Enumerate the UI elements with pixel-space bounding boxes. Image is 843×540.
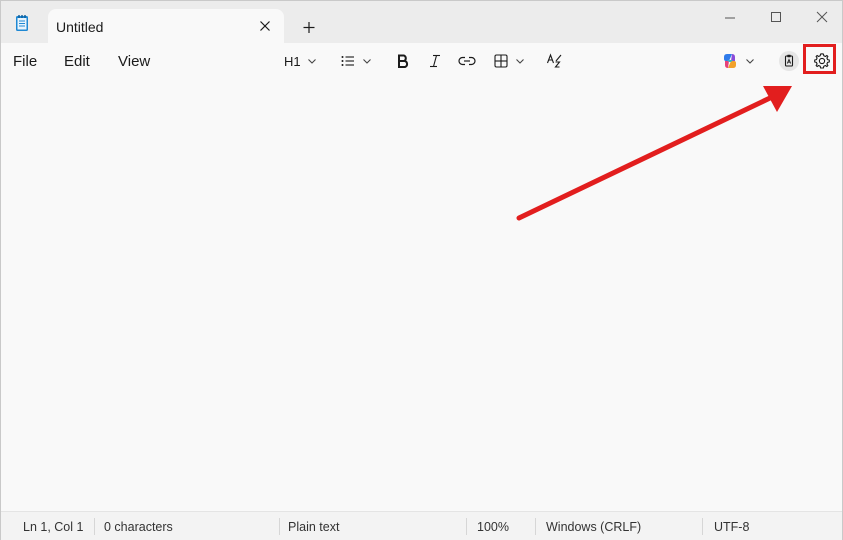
annotation-arrow <box>516 86 792 221</box>
